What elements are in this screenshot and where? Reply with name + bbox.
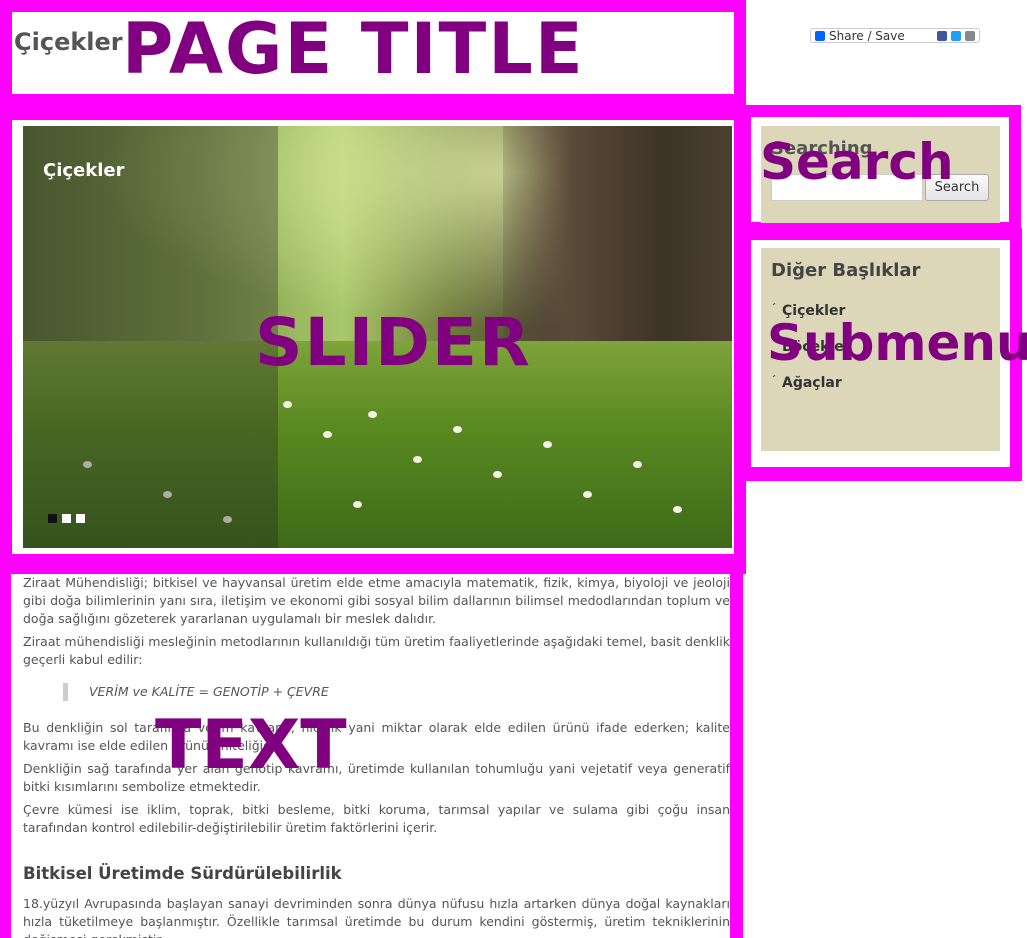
- flower: [453, 426, 462, 433]
- paragraph: Bu denkliğin sol tarafında verim kavramı…: [23, 720, 730, 753]
- flower: [543, 441, 552, 448]
- slider-dot-1[interactable]: [48, 514, 57, 523]
- paragraph: Ziraat Mühendisliği; bitkisel ve hayvans…: [23, 575, 730, 626]
- flower: [633, 461, 642, 468]
- overlay-label-slider: SLIDER: [255, 304, 532, 381]
- share-arrow-icon[interactable]: [965, 30, 975, 41]
- overlay-label-submenu: Submenu: [767, 314, 1027, 372]
- slider-caption: Çiçekler: [43, 160, 125, 181]
- facebook-icon[interactable]: [937, 30, 947, 41]
- paragraph: 18.yüzyıl Avrupasında başlayan sanayi de…: [23, 896, 730, 938]
- flower: [353, 501, 362, 508]
- submenu-item-agaclar[interactable]: ´ Ağaçlar: [771, 375, 842, 391]
- flower: [323, 431, 332, 438]
- share-plus-icon: [815, 30, 825, 41]
- overlay-label-text: TEXT: [155, 706, 347, 785]
- slider-caption-panel: [23, 126, 278, 548]
- slider-dot-2[interactable]: [62, 514, 71, 523]
- formula-quote: VERİM ve KALİTE = GENOTİP + ÇEVRE: [63, 683, 730, 701]
- paragraph: Denkliğin sağ tarafında yer alan genotip…: [23, 761, 730, 794]
- page-title: Çiçekler: [14, 28, 123, 56]
- flower: [493, 471, 502, 478]
- paragraph: Ziraat mühendisliği mesleğinin metodları…: [23, 634, 730, 667]
- section-heading: Bitkisel Üretimde Sürdürülebilirlik: [23, 864, 342, 883]
- paragraph: Çevre kümesi ise iklim, toprak, bitki be…: [23, 802, 730, 835]
- bullet-icon: ´: [771, 375, 776, 386]
- flower: [583, 491, 592, 498]
- submenu-heading: Diğer Başlıklar: [771, 260, 921, 281]
- slider-dot-3[interactable]: [76, 514, 85, 523]
- flower: [413, 456, 422, 463]
- share-label: Share / Save: [829, 28, 905, 43]
- flower: [673, 506, 682, 513]
- flower: [368, 411, 377, 418]
- slider-pagination: [48, 514, 85, 523]
- bullet-icon: ´: [771, 303, 776, 314]
- overlay-label-page-title: PAGE TITLE: [122, 8, 585, 90]
- share-save-button[interactable]: Share / Save: [810, 28, 980, 43]
- twitter-icon[interactable]: [951, 30, 961, 41]
- overlay-label-search: Search: [760, 133, 954, 191]
- article-body: Ziraat Mühendisliği; bitkisel ve hayvans…: [23, 574, 730, 938]
- flower: [283, 401, 292, 408]
